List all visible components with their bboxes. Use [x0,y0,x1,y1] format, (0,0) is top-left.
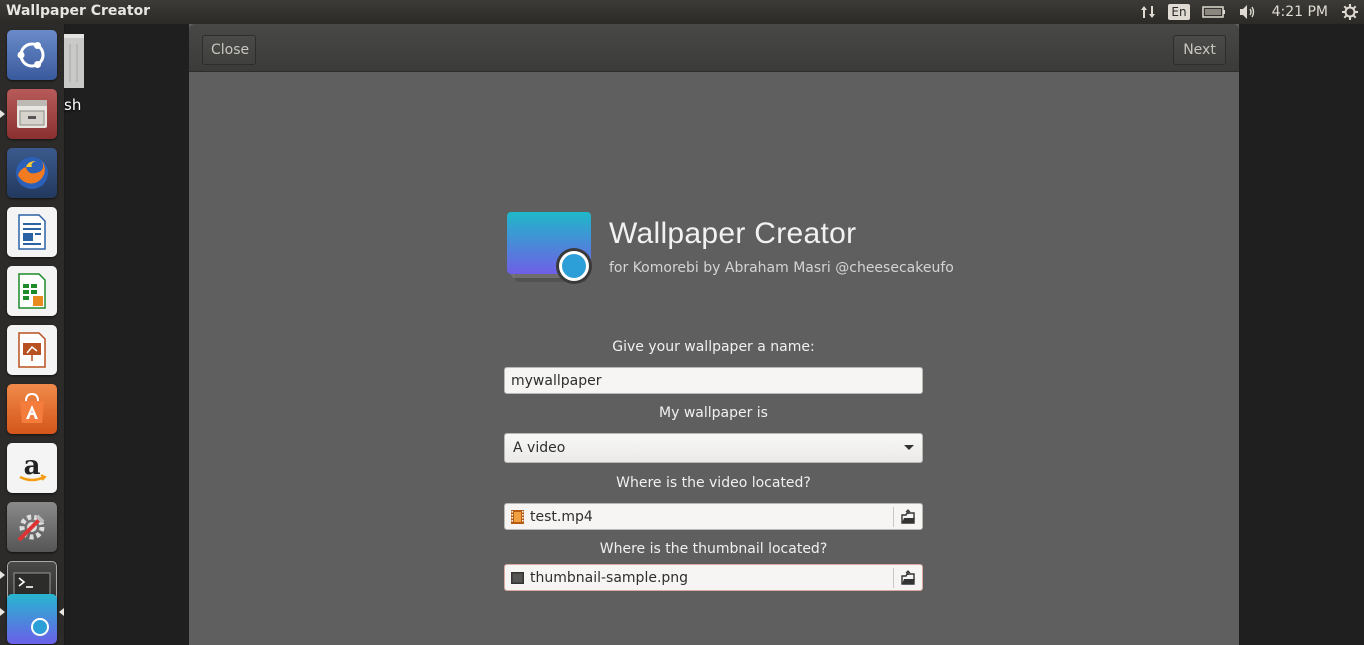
chevron-down-icon [904,445,914,450]
libreoffice-calc-icon[interactable] [7,266,57,316]
svg-text:a: a [24,451,41,481]
files-icon[interactable] [7,89,57,139]
wallpaper-creator-window: Close Next Wallpaper Creator for Komoreb… [189,24,1239,645]
running-indicator [0,571,5,579]
wallpaper-type-dropdown[interactable]: A video [504,433,923,463]
app-logo-icon [505,212,595,292]
launcher: a [0,24,65,645]
thumbnail-location-label: Where is the thumbnail located? [599,541,828,557]
running-indicator [0,608,5,616]
top-panel: Wallpaper Creator En 4:21 PM [0,0,1364,24]
app-subtitle: for Komorebi by Abraham Masri @cheesecak… [609,260,954,276]
app-title: Wallpaper Creator [609,217,857,250]
network-icon[interactable] [1140,0,1156,24]
ubuntu-software-icon[interactable] [7,384,57,434]
ubuntu-dash-icon[interactable] [7,30,57,80]
indicator-area: En 4:21 PM [1134,0,1364,24]
thumbnail-file-chooser[interactable]: thumbnail-sample.png [504,564,923,591]
amazon-icon[interactable]: a [7,443,57,493]
video-file-icon [511,509,524,524]
next-button[interactable]: Next [1173,35,1226,65]
active-app-title: Wallpaper Creator [6,3,151,19]
running-indicator [0,110,5,118]
open-document-icon[interactable] [900,509,916,525]
keyboard-layout-indicator[interactable]: En [1168,4,1190,20]
libreoffice-impress-icon[interactable] [7,325,57,375]
type-label: My wallpaper is [659,405,768,421]
name-label: Give your wallpaper a name: [612,339,815,355]
volume-icon[interactable] [1238,0,1258,24]
image-file-icon [511,571,524,584]
divider [893,568,894,588]
header-bar: Close Next [189,24,1239,72]
trash-icon[interactable] [64,30,84,90]
close-button[interactable]: Close [202,35,256,65]
wallpaper-creator-icon[interactable] [7,594,57,644]
video-location-label: Where is the video located? [616,475,811,491]
trash-label[interactable]: sh [64,96,81,114]
clock[interactable]: 4:21 PM [1272,0,1328,24]
video-file-name: test.mp4 [530,508,593,525]
wallpaper-name-value: mywallpaper [511,372,602,389]
focused-indicator [59,608,64,616]
thumbnail-file-name: thumbnail-sample.png [530,569,689,586]
video-file-chooser[interactable]: test.mp4 [504,503,923,530]
divider [893,507,894,527]
system-settings-icon[interactable] [7,502,57,552]
gear-icon[interactable] [1342,0,1358,24]
open-document-icon[interactable] [900,570,916,586]
wallpaper-name-input[interactable]: mywallpaper [504,367,923,394]
libreoffice-writer-icon[interactable] [7,207,57,257]
battery-icon[interactable] [1201,0,1226,24]
firefox-icon[interactable] [7,148,57,198]
wallpaper-type-value: A video [513,440,566,456]
